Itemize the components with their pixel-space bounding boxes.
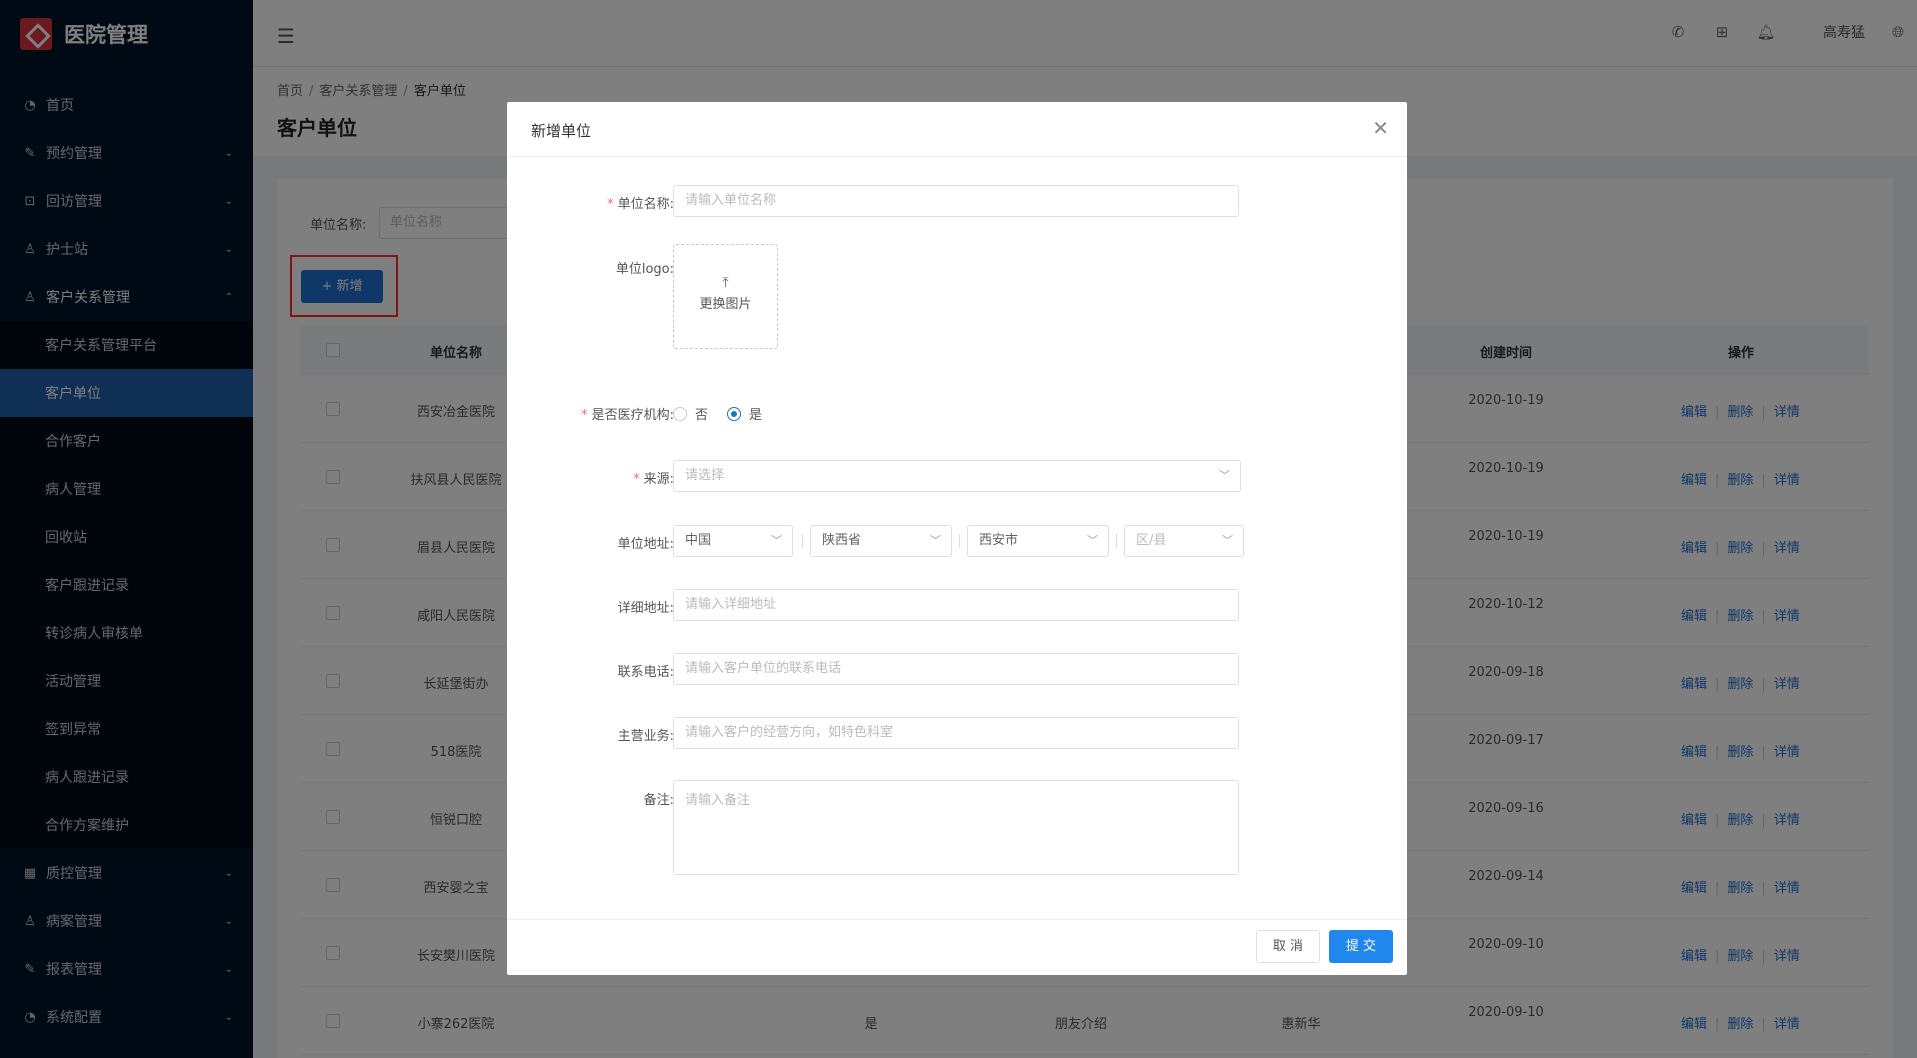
- upload-button-label: 更换图片: [699, 297, 752, 312]
- chevron-down-icon: ﹀: [1222, 534, 1233, 547]
- city-select[interactable]: 西安市 ﹀: [967, 525, 1109, 557]
- required-mark: *: [581, 408, 588, 423]
- district-select[interactable]: 区/县 ﹀: [1124, 525, 1244, 557]
- submit-button[interactable]: 提 交: [1329, 930, 1393, 963]
- phone-input[interactable]: 请输入客户单位的联系电话: [673, 653, 1239, 685]
- source-select[interactable]: 请选择 ﹀: [673, 460, 1241, 492]
- radio-label: 是: [749, 408, 763, 423]
- address-divider: [802, 534, 803, 548]
- upload-icon: ⤒: [722, 275, 729, 291]
- chevron-down-icon: ﹀: [930, 534, 941, 547]
- required-mark: *: [607, 197, 614, 212]
- detail-address-input[interactable]: 请输入详细地址: [673, 589, 1239, 621]
- label-text: 单位名称:: [617, 197, 674, 212]
- add-unit-dialog: 新增单位 ✕ * 单位名称: 请输入单位名称 单位logo: ⤒ 更换图片 * 是否…: [507, 102, 1407, 975]
- province-select[interactable]: 陕西省 ﹀: [810, 525, 952, 557]
- cancel-button[interactable]: 取 消: [1256, 930, 1320, 963]
- logo-upload[interactable]: ⤒ 更换图片: [673, 244, 778, 349]
- country-select[interactable]: 中国 ﹀: [673, 525, 793, 557]
- close-icon[interactable]: ✕: [1372, 116, 1389, 140]
- chevron-down-icon: ﹀: [1219, 469, 1230, 482]
- required-mark: *: [633, 472, 640, 487]
- address-divider: [1116, 534, 1117, 548]
- dialog-title: 新增单位: [531, 122, 592, 140]
- remark-textarea[interactable]: 请输入备注: [673, 780, 1239, 875]
- field-label-medical: * 是否医疗机构:: [581, 404, 674, 423]
- dialog-header: 新增单位 ✕: [507, 102, 1407, 157]
- field-label-phone: 联系电话:: [617, 665, 674, 680]
- radio-medical-yes[interactable]: 是: [727, 404, 762, 423]
- select-value: 陕西省: [822, 533, 862, 548]
- chevron-down-icon: ﹀: [1087, 534, 1098, 547]
- dialog-footer: 取 消 提 交: [507, 919, 1407, 975]
- select-value: 西安市: [979, 533, 1019, 548]
- radio-label: 否: [695, 408, 709, 423]
- radio-circle: [727, 406, 741, 421]
- field-label-name: * 单位名称:: [607, 193, 674, 212]
- unit-name-input[interactable]: 请输入单位名称: [673, 185, 1239, 217]
- select-value: 中国: [685, 533, 712, 548]
- field-label-detail-address: 详细地址:: [617, 601, 674, 616]
- address-divider: [959, 534, 960, 548]
- field-label-address: 单位地址:: [617, 537, 674, 552]
- label-text: 来源:: [643, 472, 674, 487]
- field-label-business: 主营业务:: [617, 729, 674, 744]
- field-label-logo: 单位logo:: [615, 262, 674, 277]
- field-label-remark: 备注:: [643, 793, 674, 808]
- radio-medical-no[interactable]: 否: [673, 404, 708, 423]
- chevron-down-icon: ﹀: [771, 534, 782, 547]
- radio-circle: [673, 406, 687, 421]
- select-placeholder: 请选择: [685, 468, 725, 483]
- field-label-source: * 来源:: [633, 468, 674, 487]
- business-input[interactable]: 请输入客户的经营方向，如特色科室: [673, 717, 1239, 749]
- label-text: 是否医疗机构:: [591, 408, 674, 423]
- select-placeholder: 区/县: [1136, 533, 1167, 548]
